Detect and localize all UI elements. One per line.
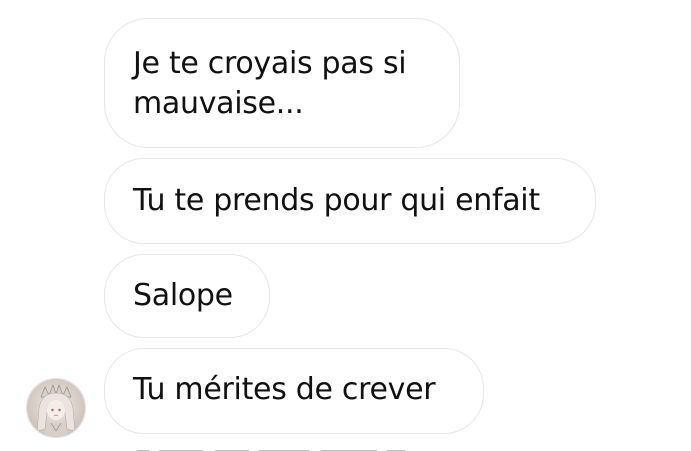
message-text: Tu te prends pour qui enfait [133, 183, 540, 218]
message-text: mauvaise... [133, 86, 304, 121]
sender-avatar[interactable] [26, 378, 86, 438]
message-bubble[interactable]: Tu te prends pour qui enfait [104, 158, 596, 244]
avatar-image-icon [27, 379, 85, 437]
message-bubble[interactable]: Tu mérites de crever [104, 348, 484, 434]
message-text: Je te croyais pas si [133, 46, 407, 81]
message-bubble[interactable]: Salope [104, 254, 270, 338]
message-text: Tu mérites de crever [133, 372, 436, 407]
message-bubble[interactable]: Je te croyais pas si mauvaise... [104, 18, 460, 148]
message-text: Salope [133, 278, 233, 313]
next-message-partial [128, 441, 428, 451]
